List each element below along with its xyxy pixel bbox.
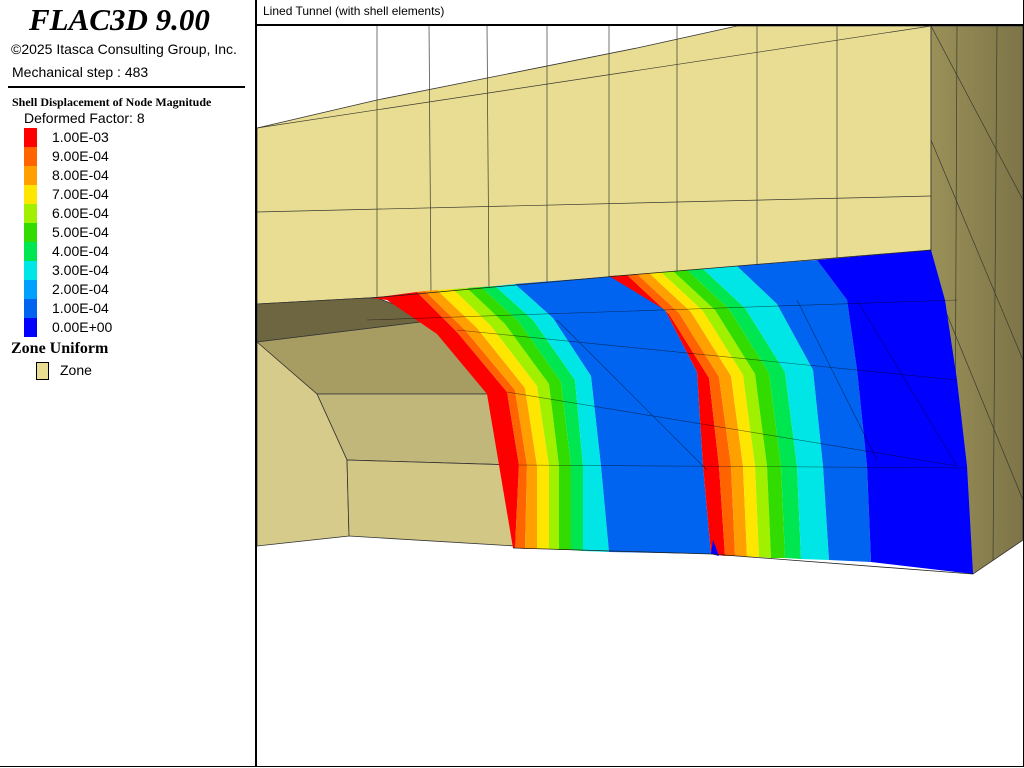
color-swatch <box>24 223 37 242</box>
app-title: FLAC3D 9.00 <box>29 2 210 37</box>
copyright-text: ©2025 Itasca Consulting Group, Inc. <box>11 41 237 57</box>
color-scale-label: 1.00E-04 <box>52 300 109 316</box>
deformed-factor-text: Deformed Factor: 8 <box>24 110 145 126</box>
zone-uniform-title: Zone Uniform <box>11 340 109 357</box>
color-swatch <box>24 280 37 299</box>
viewport-title-bar: Lined Tunnel (with shell elements) <box>257 0 1023 26</box>
color-scale-label: 3.00E-04 <box>52 262 109 278</box>
color-scale-label: 6.00E-04 <box>52 205 109 221</box>
plot-item-title: Shell Displacement of Node Magnitude <box>12 95 212 109</box>
viewport-title: Lined Tunnel (with shell elements) <box>263 4 445 18</box>
mechanical-step-text: Mechanical step : 483 <box>12 64 149 80</box>
color-swatch <box>24 261 37 280</box>
color-swatch <box>24 166 37 185</box>
zone-label: Zone <box>60 362 92 378</box>
color-scale-label: 8.00E-04 <box>52 167 109 183</box>
color-scale-label: 1.00E-03 <box>52 129 109 145</box>
color-scale-label: 5.00E-04 <box>52 224 109 240</box>
color-scale-label: 0.00E+00 <box>52 319 113 335</box>
color-swatch <box>24 185 37 204</box>
color-scale-label: 2.00E-04 <box>52 281 109 297</box>
color-scale-label: 4.00E-04 <box>52 243 109 259</box>
color-swatch <box>24 299 37 318</box>
legend-panel: FLAC3D 9.00 ©2025 Itasca Consulting Grou… <box>0 0 257 767</box>
tunnel-inner-mid <box>316 393 516 466</box>
color-scale-label: 7.00E-04 <box>52 186 109 202</box>
legend-separator <box>8 86 245 88</box>
color-swatch <box>24 242 37 261</box>
color-swatch <box>24 147 37 166</box>
color-scale-label: 9.00E-04 <box>52 148 109 164</box>
tunnel-model-rendering[interactable] <box>257 26 1023 766</box>
color-swatch <box>24 128 37 147</box>
color-swatch <box>24 204 37 223</box>
model-viewport[interactable]: Lined Tunnel (with shell elements) <box>257 0 1024 767</box>
tunnel-inner-lower <box>346 459 516 547</box>
color-swatch <box>24 318 37 337</box>
zone-color-swatch <box>36 362 49 380</box>
